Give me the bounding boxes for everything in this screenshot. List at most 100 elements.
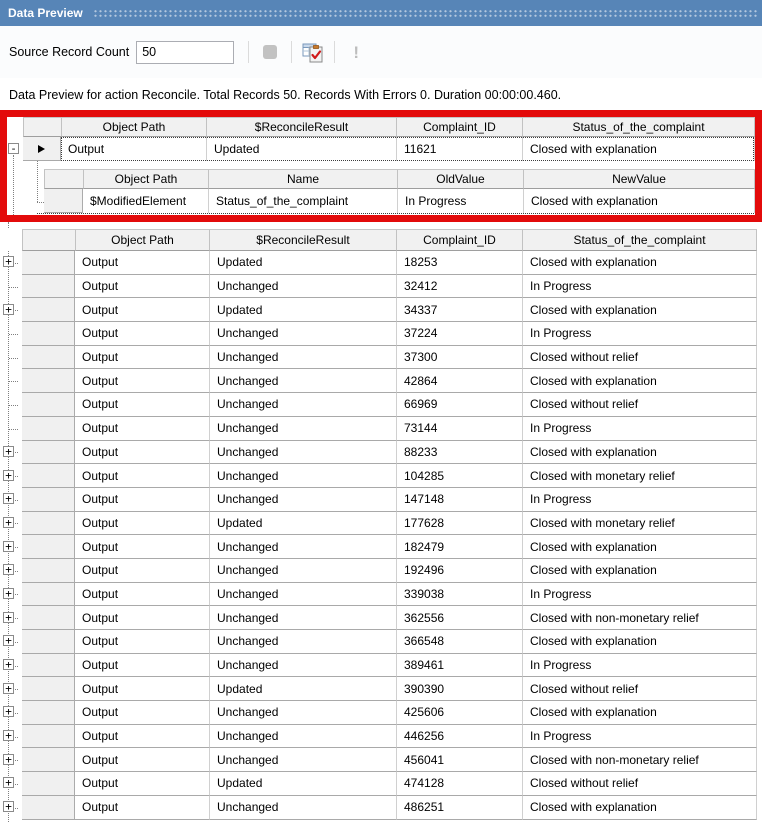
cell-reconcile-result[interactable]: Unchanged bbox=[210, 417, 397, 441]
table-row[interactable]: + Output Unchanged 362556 Closed with no… bbox=[0, 606, 757, 630]
table-row[interactable]: + Output Unchanged 88233 Closed with exp… bbox=[0, 441, 757, 465]
source-record-count-input[interactable] bbox=[136, 41, 234, 64]
row-selector[interactable] bbox=[22, 535, 75, 559]
expand-box[interactable]: + bbox=[3, 777, 14, 788]
cell-object-path[interactable]: Output bbox=[75, 369, 210, 393]
cell-status[interactable]: In Progress bbox=[523, 725, 757, 749]
cell-status[interactable]: Closed with explanation bbox=[523, 369, 757, 393]
column-header-complaint-id[interactable]: Complaint_ID bbox=[397, 117, 523, 137]
cell-complaint-id[interactable]: 32412 bbox=[397, 275, 523, 299]
cell-object-path[interactable]: Output bbox=[61, 137, 207, 161]
cell-reconcile-result[interactable]: Unchanged bbox=[210, 701, 397, 725]
table-row[interactable]: + Output Updated 34337 Closed with expla… bbox=[0, 298, 757, 322]
cell-reconcile-result[interactable]: Unchanged bbox=[210, 393, 397, 417]
cell-complaint-id[interactable]: 366548 bbox=[397, 630, 523, 654]
column-header-object-path[interactable]: Object Path bbox=[61, 117, 207, 137]
table-row[interactable]: Output Unchanged 32412 In Progress bbox=[0, 275, 757, 299]
table-row[interactable]: + Output Updated 474128 Closed without r… bbox=[0, 772, 757, 796]
table-row[interactable]: + Output Unchanged 456041 Closed with no… bbox=[0, 748, 757, 772]
cell-status[interactable]: Closed without relief bbox=[523, 677, 757, 701]
cell-object-path[interactable]: Output bbox=[75, 441, 210, 465]
cell-complaint-id[interactable]: 182479 bbox=[397, 535, 523, 559]
row-selector[interactable] bbox=[22, 417, 75, 441]
row-selector[interactable] bbox=[23, 137, 61, 161]
row-selector[interactable] bbox=[22, 748, 75, 772]
cell-status[interactable]: Closed with explanation bbox=[523, 559, 757, 583]
cell-object-path[interactable]: $ModifiedElement bbox=[83, 189, 209, 213]
row-selector[interactable] bbox=[22, 512, 75, 536]
row-selector[interactable] bbox=[44, 189, 83, 213]
cell-complaint-id[interactable]: 339038 bbox=[397, 583, 523, 607]
cell-reconcile-result[interactable]: Updated bbox=[210, 512, 397, 536]
cell-object-path[interactable]: Output bbox=[75, 251, 210, 275]
validate-data-button[interactable] bbox=[300, 39, 326, 65]
row-selector[interactable] bbox=[22, 488, 75, 512]
cell-status[interactable]: Closed with explanation bbox=[523, 701, 757, 725]
cell-object-path[interactable]: Output bbox=[75, 488, 210, 512]
cell-new-value[interactable]: Closed with explanation bbox=[524, 189, 755, 213]
cell-status[interactable]: Closed with explanation bbox=[523, 137, 755, 161]
cell-complaint-id[interactable]: 37300 bbox=[397, 346, 523, 370]
cell-status[interactable]: Closed with monetary relief bbox=[523, 512, 757, 536]
table-row[interactable]: + Output Unchanged 389461 In Progress bbox=[0, 654, 757, 678]
cell-object-path[interactable]: Output bbox=[75, 275, 210, 299]
cell-complaint-id[interactable]: 34337 bbox=[397, 298, 523, 322]
table-row[interactable]: + Output Unchanged 366548 Closed with ex… bbox=[0, 630, 757, 654]
expand-box[interactable]: + bbox=[3, 683, 14, 694]
row-selector[interactable] bbox=[22, 701, 75, 725]
child-row[interactable]: $ModifiedElement Status_of_the_complaint… bbox=[44, 189, 755, 213]
cell-object-path[interactable]: Output bbox=[75, 393, 210, 417]
cell-complaint-id[interactable]: 362556 bbox=[397, 606, 523, 630]
column-header-reconcile-result[interactable]: $ReconcileResult bbox=[207, 117, 397, 137]
table-row[interactable]: + Output Updated 18253 Closed with expla… bbox=[0, 251, 757, 275]
expand-box[interactable]: + bbox=[3, 730, 14, 741]
table-row[interactable]: + Output Unchanged 339038 In Progress bbox=[0, 583, 757, 607]
cell-complaint-id[interactable]: 177628 bbox=[397, 512, 523, 536]
cell-reconcile-result[interactable]: Updated bbox=[210, 298, 397, 322]
cell-reconcile-result[interactable]: Unchanged bbox=[210, 369, 397, 393]
row-selector[interactable] bbox=[22, 677, 75, 701]
cell-status[interactable]: Closed with explanation bbox=[523, 298, 757, 322]
table-row[interactable]: + Output Unchanged 425606 Closed with ex… bbox=[0, 701, 757, 725]
row-selector[interactable] bbox=[22, 322, 75, 346]
cell-reconcile-result[interactable]: Unchanged bbox=[210, 725, 397, 749]
cell-status[interactable]: Closed with explanation bbox=[523, 796, 757, 820]
cell-status[interactable]: Closed with non-monetary relief bbox=[523, 606, 757, 630]
cell-reconcile-result[interactable]: Updated bbox=[210, 772, 397, 796]
table-row[interactable]: Output Unchanged 37224 In Progress bbox=[0, 322, 757, 346]
expand-box[interactable]: + bbox=[3, 446, 14, 457]
expand-box[interactable]: + bbox=[3, 493, 14, 504]
row-selector[interactable] bbox=[22, 346, 75, 370]
column-header-status[interactable]: Status_of_the_complaint bbox=[523, 229, 757, 251]
table-row[interactable]: + Output Updated 390390 Closed without r… bbox=[0, 677, 757, 701]
table-row[interactable]: + Output Updated 177628 Closed with mone… bbox=[0, 512, 757, 536]
table-row[interactable]: + Output Unchanged 486251 Closed with ex… bbox=[0, 796, 757, 820]
cell-reconcile-result[interactable]: Unchanged bbox=[210, 559, 397, 583]
cell-reconcile-result[interactable]: Unchanged bbox=[210, 488, 397, 512]
cell-object-path[interactable]: Output bbox=[75, 606, 210, 630]
table-row[interactable]: + Output Unchanged 192496 Closed with ex… bbox=[0, 559, 757, 583]
cell-reconcile-result[interactable]: Updated bbox=[210, 677, 397, 701]
row-selector[interactable] bbox=[22, 583, 75, 607]
row-selector[interactable] bbox=[22, 251, 75, 275]
cell-complaint-id[interactable]: 486251 bbox=[397, 796, 523, 820]
cell-complaint-id[interactable]: 389461 bbox=[397, 654, 523, 678]
cell-object-path[interactable]: Output bbox=[75, 796, 210, 820]
cell-complaint-id[interactable]: 104285 bbox=[397, 464, 523, 488]
row-selector[interactable] bbox=[22, 441, 75, 465]
table-row[interactable]: Output Unchanged 42864 Closed with expla… bbox=[0, 369, 757, 393]
cell-reconcile-result[interactable]: Unchanged bbox=[210, 275, 397, 299]
row-selector[interactable] bbox=[22, 464, 75, 488]
cell-reconcile-result[interactable]: Unchanged bbox=[210, 796, 397, 820]
cell-complaint-id[interactable]: 37224 bbox=[397, 322, 523, 346]
cell-complaint-id[interactable]: 425606 bbox=[397, 701, 523, 725]
cell-status[interactable]: In Progress bbox=[523, 488, 757, 512]
cell-complaint-id[interactable]: 66969 bbox=[397, 393, 523, 417]
cell-status[interactable]: In Progress bbox=[523, 654, 757, 678]
table-row[interactable]: + Output Unchanged 446256 In Progress bbox=[0, 725, 757, 749]
cell-complaint-id[interactable]: 446256 bbox=[397, 725, 523, 749]
cell-object-path[interactable]: Output bbox=[75, 701, 210, 725]
cell-object-path[interactable]: Output bbox=[75, 512, 210, 536]
selected-record-row[interactable]: Output Updated 11621 Closed with explana… bbox=[7, 137, 755, 161]
expand-box[interactable]: + bbox=[3, 564, 14, 575]
